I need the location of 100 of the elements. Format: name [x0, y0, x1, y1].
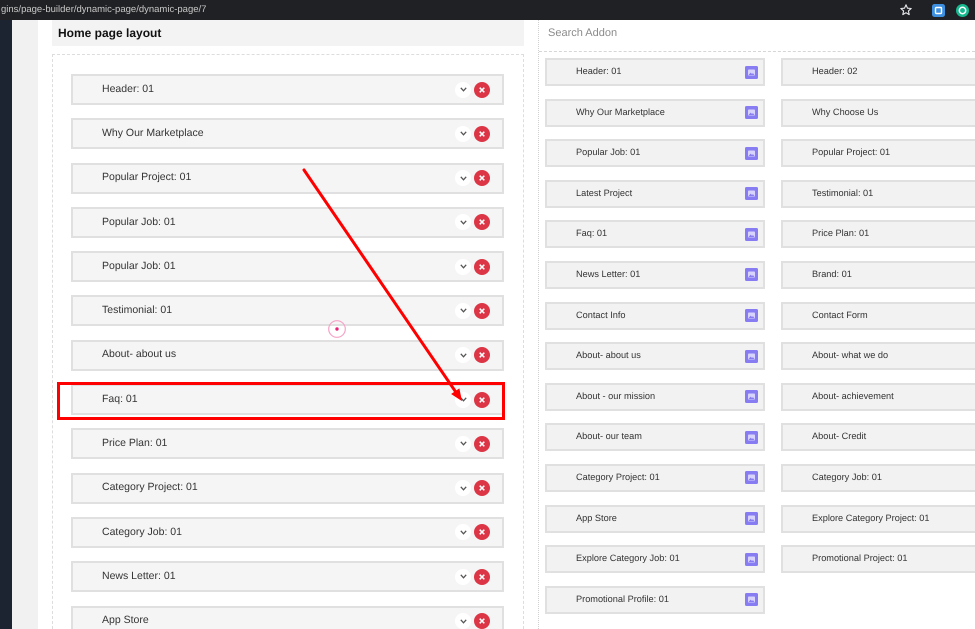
- addon-label: Category Job: 01: [812, 471, 882, 484]
- expand-button[interactable]: [455, 82, 471, 98]
- close-icon: [479, 485, 485, 492]
- expand-button[interactable]: [455, 126, 471, 142]
- close-icon: [479, 86, 485, 92]
- remove-button[interactable]: [474, 524, 490, 540]
- chevron-down-icon: [460, 618, 466, 624]
- expand-button[interactable]: [455, 568, 471, 585]
- close-icon: [479, 529, 485, 536]
- addon-label: Brand: 01: [812, 268, 852, 282]
- addon-item[interactable]: Popular Project: 01: [781, 139, 975, 168]
- addon-label: Why Choose Us: [812, 106, 878, 119]
- remove-button[interactable]: [474, 613, 490, 629]
- addon-item[interactable]: Contact Info: [545, 302, 765, 330]
- addon-item[interactable]: Header: 02: [781, 58, 975, 86]
- remove-button[interactable]: [474, 436, 490, 452]
- remove-button[interactable]: [474, 258, 490, 275]
- addon-item[interactable]: Category Project: 01: [545, 464, 765, 492]
- section-label: News Letter: 01: [102, 568, 176, 584]
- addon-item[interactable]: About - our mission: [545, 382, 765, 411]
- addon-label: Faq: 01: [576, 227, 608, 240]
- layout-item[interactable]: Price Plan: 01: [71, 428, 504, 460]
- addon-label: Popular Project: 01: [812, 146, 890, 160]
- addon-item[interactable]: App Store: [545, 504, 765, 533]
- layout-item[interactable]: Category Project: 01: [71, 472, 504, 504]
- layout-item[interactable]: Popular Job: 01: [71, 251, 504, 282]
- addon-label: Promotional Profile: 01: [576, 592, 669, 606]
- remove-button[interactable]: [474, 347, 490, 364]
- section-label: Category Job: 01: [102, 524, 182, 540]
- remove-button[interactable]: [474, 82, 490, 98]
- remove-button[interactable]: [474, 392, 490, 408]
- layout-item[interactable]: Header: 01: [71, 74, 504, 105]
- expand-button[interactable]: [455, 613, 471, 629]
- addon-item[interactable]: About- our team: [545, 423, 765, 452]
- addon-label: Contact Info: [576, 308, 626, 322]
- expand-button[interactable]: [455, 524, 471, 540]
- layout-item[interactable]: News Letter: 01: [71, 561, 504, 592]
- expand-button[interactable]: [455, 480, 471, 496]
- addon-label: News Letter: 01: [576, 268, 640, 282]
- extension-icon[interactable]: [956, 4, 969, 16]
- expand-button[interactable]: [455, 347, 471, 364]
- addon-item[interactable]: Testimonial: 01: [781, 180, 975, 208]
- address-text[interactable]: gins/page-builder/dynamic-page/dynamic-page/7: [1, 2, 206, 18]
- layout-item[interactable]: Testimonial: 01: [71, 295, 504, 326]
- addon-label: Popular Job: 01: [576, 146, 640, 160]
- close-icon: [479, 264, 485, 270]
- addon-item[interactable]: About- what we do: [781, 342, 975, 370]
- addon-item[interactable]: Why Our Marketplace: [545, 98, 765, 127]
- close-icon: [479, 618, 485, 624]
- layout-item[interactable]: About- about us: [71, 340, 504, 371]
- addon-item[interactable]: News Letter: 01: [545, 260, 765, 289]
- addon-label: Explore Category Project: 01: [812, 512, 930, 525]
- addon-item[interactable]: Faq: 01: [545, 220, 765, 248]
- expand-button[interactable]: [455, 302, 471, 319]
- star-icon[interactable]: [900, 4, 912, 16]
- expand-button[interactable]: [455, 170, 471, 186]
- addon-item[interactable]: Brand: 01: [781, 260, 975, 289]
- addon-item[interactable]: Latest Project: [545, 180, 765, 208]
- close-icon: [479, 352, 485, 358]
- addon-item[interactable]: Explore Category Job: 01: [545, 545, 765, 574]
- addon-item[interactable]: Price Plan: 01: [781, 220, 975, 248]
- chevron-down-icon: [460, 264, 466, 270]
- expand-button[interactable]: [455, 214, 471, 230]
- addon-item[interactable]: Contact Form: [781, 302, 975, 330]
- remove-button[interactable]: [474, 126, 490, 142]
- layout-item[interactable]: Popular Job: 01: [71, 206, 504, 238]
- addon-label: About- Credit: [812, 430, 866, 444]
- addon-item[interactable]: Header: 01: [545, 58, 765, 86]
- layout-item[interactable]: App Store: [71, 606, 504, 629]
- layout-item[interactable]: Why Our Marketplace: [71, 118, 504, 150]
- chevron-down-icon: [460, 220, 466, 225]
- addon-item[interactable]: Popular Job: 01: [545, 139, 765, 168]
- extension-icon[interactable]: [932, 4, 945, 16]
- chevron-down-icon: [460, 441, 466, 446]
- remove-button[interactable]: [474, 214, 490, 230]
- cursor-ring-icon: [328, 320, 346, 338]
- addon-item[interactable]: About- Credit: [781, 423, 975, 452]
- section-label: Popular Job: 01: [102, 258, 176, 274]
- layout-item[interactable]: Faq: 01: [71, 384, 504, 416]
- section-label: Popular Project: 01: [102, 170, 192, 186]
- section-label: Faq: 01: [102, 392, 138, 407]
- addon-item[interactable]: Category Job: 01: [781, 464, 975, 492]
- addon-item[interactable]: About- about us: [545, 342, 765, 370]
- expand-button[interactable]: [455, 436, 471, 452]
- addon-label: Promotional Project: 01: [812, 552, 908, 566]
- addon-label: Header: 02: [812, 65, 858, 78]
- addon-item[interactable]: About- achievement: [781, 382, 975, 411]
- addon-label: Testimonial: 01: [812, 186, 874, 200]
- remove-button[interactable]: [474, 170, 490, 186]
- addon-item[interactable]: Why Choose Us: [781, 98, 975, 127]
- remove-button[interactable]: [474, 480, 490, 496]
- remove-button[interactable]: [474, 568, 490, 585]
- expand-button[interactable]: [455, 258, 471, 275]
- addon-item[interactable]: Promotional Project: 01: [781, 545, 975, 574]
- addon-item[interactable]: Explore Category Project: 01: [781, 504, 975, 533]
- addon-label: Price Plan: 01: [812, 227, 870, 240]
- layout-item[interactable]: Popular Project: 01: [71, 162, 504, 194]
- addon-item[interactable]: Promotional Profile: 01: [545, 586, 765, 614]
- remove-button[interactable]: [474, 302, 490, 319]
- layout-item[interactable]: Category Job: 01: [71, 516, 504, 548]
